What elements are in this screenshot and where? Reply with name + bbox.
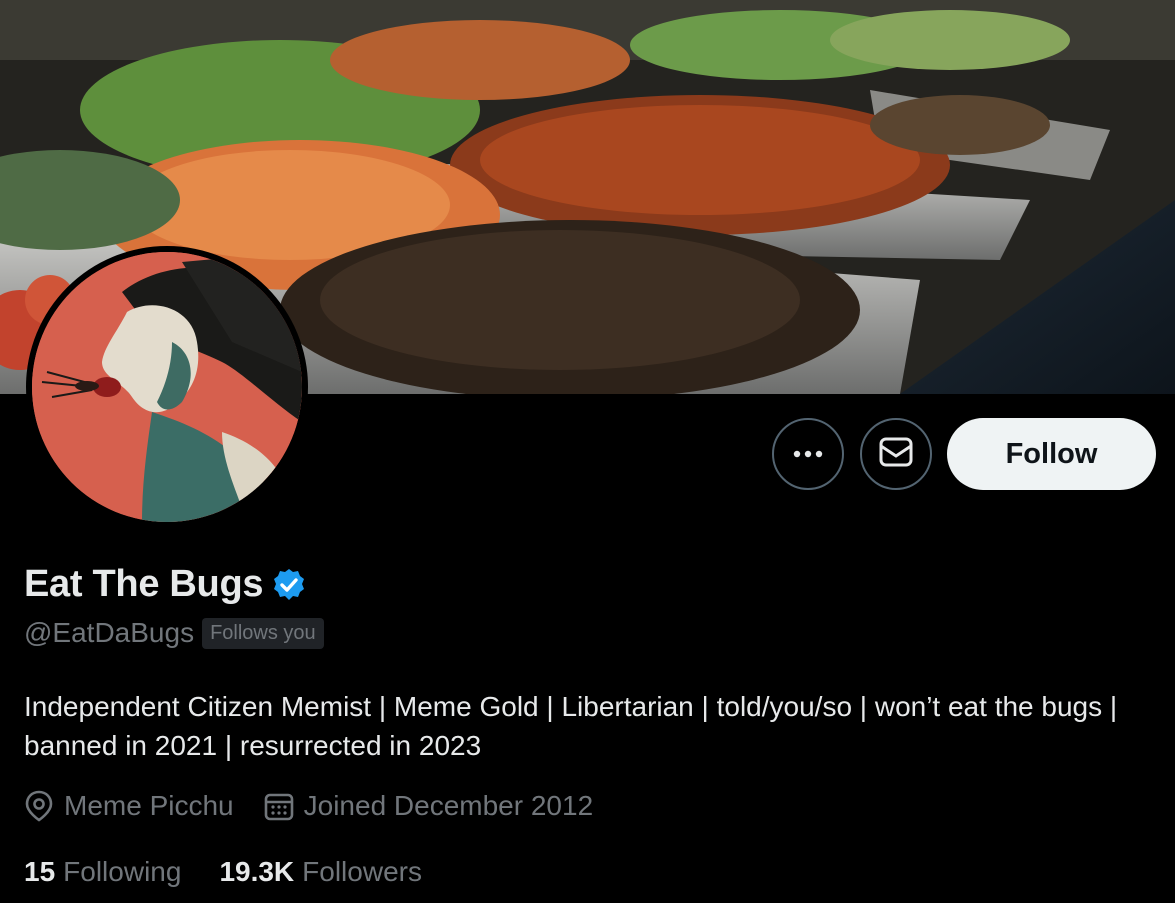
profile-stats: 15 Following 19.3K Followers (24, 856, 422, 888)
location-text: Meme Picchu (64, 790, 234, 821)
profile-page: Follow Eat The Bugs @EatDaBugs Follows y… (0, 0, 1175, 903)
profile-handle: @EatDaBugs (24, 617, 195, 648)
handle-row: @EatDaBugs Follows you (24, 617, 324, 649)
followers-count: 19.3K (219, 856, 295, 887)
message-button[interactable] (860, 418, 932, 490)
verified-badge-icon[interactable] (271, 567, 307, 603)
follow-button[interactable]: Follow (947, 418, 1156, 490)
envelope-icon (879, 437, 913, 472)
followers-link[interactable]: 19.3K Followers (219, 856, 422, 888)
profile-avatar[interactable] (26, 246, 308, 528)
avatar-image (32, 252, 302, 522)
followers-label: Followers (302, 856, 422, 887)
follows-you-badge: Follows you (202, 617, 324, 649)
location-item: Meme Picchu (24, 790, 234, 822)
more-options-button[interactable] (772, 418, 844, 490)
joined-item: Joined December 2012 (264, 790, 594, 822)
following-label: Following (63, 856, 182, 887)
calendar-icon (264, 791, 294, 821)
profile-bio: Independent Citizen Memist | Meme Gold |… (24, 691, 1118, 761)
following-count: 15 (24, 856, 56, 887)
location-pin-icon (24, 790, 54, 822)
more-horizontal-icon (793, 445, 823, 463)
display-name-row: Eat The Bugs (24, 563, 307, 606)
profile-meta: Meme Picchu Joined December 2012 (24, 790, 593, 822)
display-name: Eat The Bugs (24, 563, 264, 605)
joined-text: Joined December 2012 (303, 790, 594, 821)
following-link[interactable]: 15 Following (24, 856, 181, 888)
